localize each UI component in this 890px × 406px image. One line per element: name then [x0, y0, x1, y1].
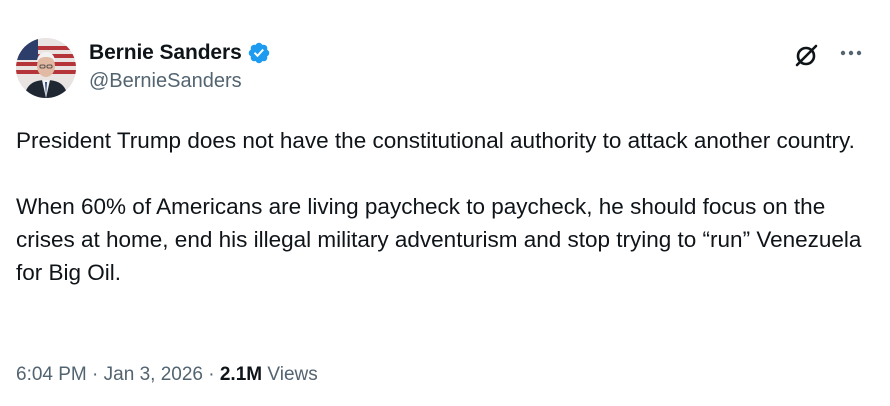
tweet-date: Jan 3, 2026: [103, 364, 203, 385]
tweet-text: President Trump does not have the consti…: [16, 124, 876, 289]
tweet-card: Bernie Sanders @BernieSanders President …: [0, 0, 890, 406]
tweet-time-link[interactable]: 6:04 PM · Jan 3, 2026: [16, 364, 203, 385]
display-name[interactable]: Bernie Sanders: [89, 41, 242, 65]
avatar-image: [16, 38, 76, 98]
views[interactable]: 2.1M Views: [220, 364, 318, 385]
grok-icon[interactable]: [791, 41, 821, 71]
meta-separator: ·: [92, 364, 99, 385]
tweet-paragraph: President Trump does not have the consti…: [16, 128, 855, 153]
verified-badge-icon[interactable]: [247, 41, 271, 65]
author-handle[interactable]: @BernieSanders: [89, 70, 271, 93]
name-row: Bernie Sanders: [89, 40, 271, 66]
more-horizontal-icon[interactable]: [838, 43, 866, 63]
meta-separator: ·: [208, 364, 215, 385]
tweet-meta: 6:04 PM · Jan 3, 2026 · 2.1M Views: [16, 364, 318, 386]
avatar[interactable]: [16, 38, 76, 98]
views-count: 2.1M: [219, 364, 263, 385]
tweet-time: 6:04 PM: [16, 364, 87, 385]
author-block: Bernie Sanders @BernieSanders: [89, 40, 271, 93]
tweet-paragraph: When 60% of Americans are living paychec…: [16, 194, 862, 285]
views-label: Views: [267, 364, 318, 385]
